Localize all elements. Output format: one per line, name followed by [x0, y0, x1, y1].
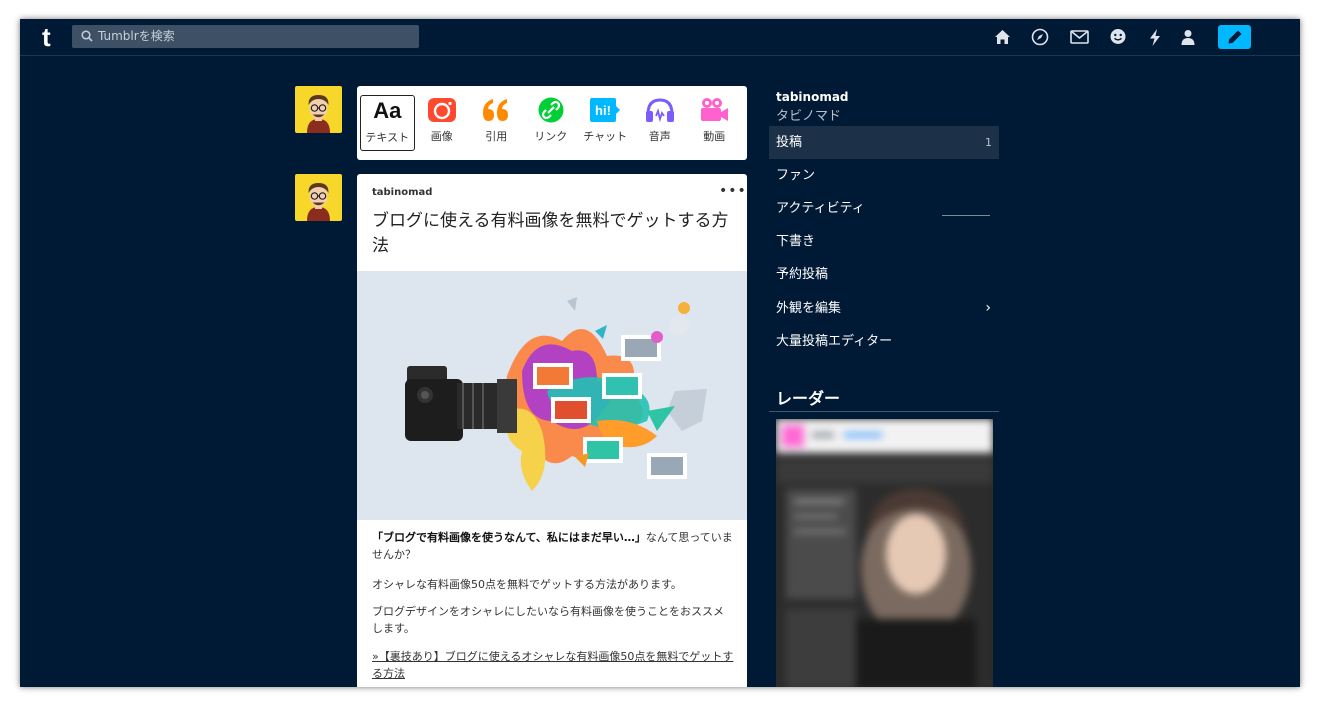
- radar-post-preview[interactable]: [776, 419, 993, 687]
- sidebar-item-activity[interactable]: アクティビティ: [769, 192, 999, 225]
- post-type-video[interactable]: 動画: [687, 95, 742, 151]
- post-type-chat[interactable]: hi! チャット: [578, 95, 633, 151]
- post-link[interactable]: »【裏技あり】ブログに使えるオシャレな有料画像50点を無料でゲットする方法: [372, 648, 734, 682]
- top-bar: t Tumblrを検索: [20, 19, 1300, 56]
- sidebar-username[interactable]: tabinomad: [776, 90, 849, 104]
- post-type-audio[interactable]: 音声: [633, 95, 688, 151]
- post-type-text[interactable]: Aa テキスト: [360, 95, 415, 151]
- post-type-quote[interactable]: 引用: [469, 95, 524, 151]
- sidebar-item-label: アクティビティ: [776, 201, 865, 216]
- post-type-link[interactable]: リンク: [524, 95, 579, 151]
- post-card: tabinomad ••• ブログに使える有料画像を無料でゲットする方法 「ブロ…: [357, 174, 747, 687]
- more-options-icon[interactable]: •••: [719, 183, 747, 199]
- post-type-label: チャット: [583, 130, 628, 143]
- post-title: ブログに使える有料画像を無料でゲットする方法: [372, 211, 729, 256]
- post-type-bar: Aa テキスト 画像 引用 リンク hi! チャット 音声 動画: [357, 86, 747, 160]
- camera-icon: [427, 98, 456, 122]
- chat-icon: hi!: [590, 98, 621, 122]
- explore-icon[interactable]: [1030, 27, 1050, 47]
- account-icon[interactable]: [1178, 27, 1198, 47]
- activity-icon[interactable]: [1145, 27, 1165, 47]
- link-icon: [538, 97, 564, 123]
- post-paragraph: ブログデザインをオシャレにしたいなら有料画像を使うことをおススメします。: [372, 605, 724, 635]
- compose-button[interactable]: [1218, 25, 1251, 49]
- pencil-icon: [1228, 30, 1241, 44]
- post-image[interactable]: [357, 271, 747, 520]
- sidebar-item-label: 予約投稿: [776, 267, 829, 282]
- avatar[interactable]: [295, 86, 342, 133]
- post-avatar[interactable]: [295, 174, 342, 221]
- radar-heading: レーダー: [776, 389, 841, 408]
- svg-text:hi!: hi!: [595, 103, 611, 118]
- tumblr-logo[interactable]: t: [42, 23, 51, 51]
- sidebar-item-label: ファン: [776, 168, 816, 183]
- messaging-icon[interactable]: [1108, 27, 1128, 47]
- sidebar-item-queue[interactable]: 予約投稿: [769, 258, 999, 291]
- inbox-icon[interactable]: [1069, 27, 1089, 47]
- post-type-label: 音声: [648, 130, 671, 143]
- sidebar-item-followers[interactable]: ファン: [769, 159, 999, 192]
- radar-blurred-image: [776, 419, 993, 687]
- search-input[interactable]: Tumblrを検索: [72, 25, 419, 48]
- video-camera-icon: [701, 98, 729, 121]
- sidebar-item-edit-appearance[interactable]: 外観を編集 ›: [769, 292, 999, 325]
- search-placeholder: Tumblrを検索: [98, 29, 175, 43]
- post-paragraph: 「ブログで有料画像を使うなんて、私にはまだ早い…」なんて思っていませんか？: [372, 529, 734, 563]
- headphones-icon: [645, 98, 674, 123]
- post-type-label: 引用: [485, 130, 508, 143]
- search-icon: [81, 30, 93, 42]
- quote-icon: [483, 99, 509, 121]
- sidebar-item-label: 外観を編集: [776, 301, 842, 316]
- post-author[interactable]: tabinomad: [372, 187, 432, 198]
- sidebar-item-posts[interactable]: 投稿 1: [769, 126, 999, 159]
- post-type-label: リンク: [534, 130, 568, 143]
- sidebar-item-mass-post-editor[interactable]: 大量投稿エディター: [769, 325, 999, 358]
- activity-sparkline: [942, 215, 990, 216]
- divider: [769, 411, 999, 412]
- post-type-label: 動画: [703, 130, 726, 143]
- sidebar-item-label: 下書き: [776, 234, 816, 249]
- text-icon: Aa: [373, 98, 402, 123]
- post-paragraph: オシャレな有料画像50点を無料でゲットする方法があります。: [372, 578, 682, 591]
- home-icon[interactable]: [992, 27, 1012, 47]
- post-type-label: テキスト: [365, 131, 410, 144]
- post-type-photo[interactable]: 画像: [415, 95, 470, 151]
- sidebar-item-count: 1: [985, 136, 992, 149]
- sidebar-item-label: 大量投稿エディター: [776, 334, 893, 349]
- sidebar-blog-title[interactable]: タビノマド: [776, 105, 841, 124]
- tumblr-dashboard: t Tumblrを検索 Aa テキスト 画像 引用 リンク hi! チャット 音…: [20, 19, 1300, 687]
- sidebar-item-label: 投稿: [776, 135, 803, 150]
- post-link-text[interactable]: »【裏技あり】ブログに使えるオシャレな有料画像50点を無料でゲットする方法: [372, 650, 733, 680]
- post-type-label: 画像: [430, 130, 453, 143]
- sidebar-item-drafts[interactable]: 下書き: [769, 225, 999, 258]
- chevron-right-icon: ›: [985, 300, 991, 316]
- post-lead-bold: 「ブログで有料画像を使うなんて、私にはまだ早い…」: [372, 531, 646, 544]
